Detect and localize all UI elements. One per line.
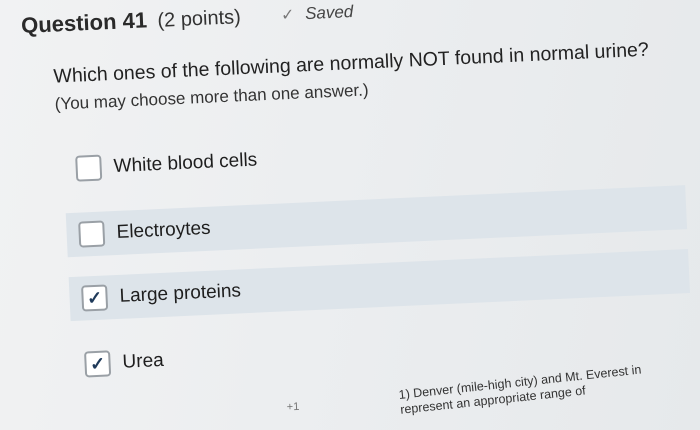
checkmark-icon: ✓: [86, 287, 103, 309]
option-label: Electroytes: [116, 217, 212, 243]
option-white-blood-cells[interactable]: White blood cells: [63, 119, 684, 191]
question-header: Question 41 (2 points) ✓ Saved: [20, 2, 354, 39]
question-points: (2 points): [156, 6, 242, 32]
checkbox-checked[interactable]: ✓: [81, 284, 109, 312]
checkmark-icon: ✓: [89, 353, 106, 375]
option-label: White blood cells: [113, 149, 258, 178]
option-large-proteins[interactable]: ✓ Large proteins: [68, 249, 691, 322]
saved-status: ✓ Saved: [281, 2, 354, 25]
checkmark-icon: ✓: [280, 6, 295, 25]
question-prompt: Which ones of the following are normally…: [53, 36, 665, 118]
question-title: Question 41: [20, 7, 148, 39]
question-panel: Question 41 (2 points) ✓ Saved Which one…: [0, 0, 700, 430]
checkbox-unchecked[interactable]: [78, 220, 106, 248]
option-label: Urea: [122, 349, 165, 373]
stray-mark: +1: [286, 400, 300, 414]
option-label: Large proteins: [119, 280, 242, 307]
saved-label: Saved: [304, 1, 354, 24]
screen: Question 41 (2 points) ✓ Saved Which one…: [0, 0, 700, 430]
checkbox-checked[interactable]: ✓: [84, 350, 112, 378]
option-electroytes[interactable]: Electroytes: [65, 185, 688, 258]
checkbox-unchecked[interactable]: [75, 154, 103, 182]
